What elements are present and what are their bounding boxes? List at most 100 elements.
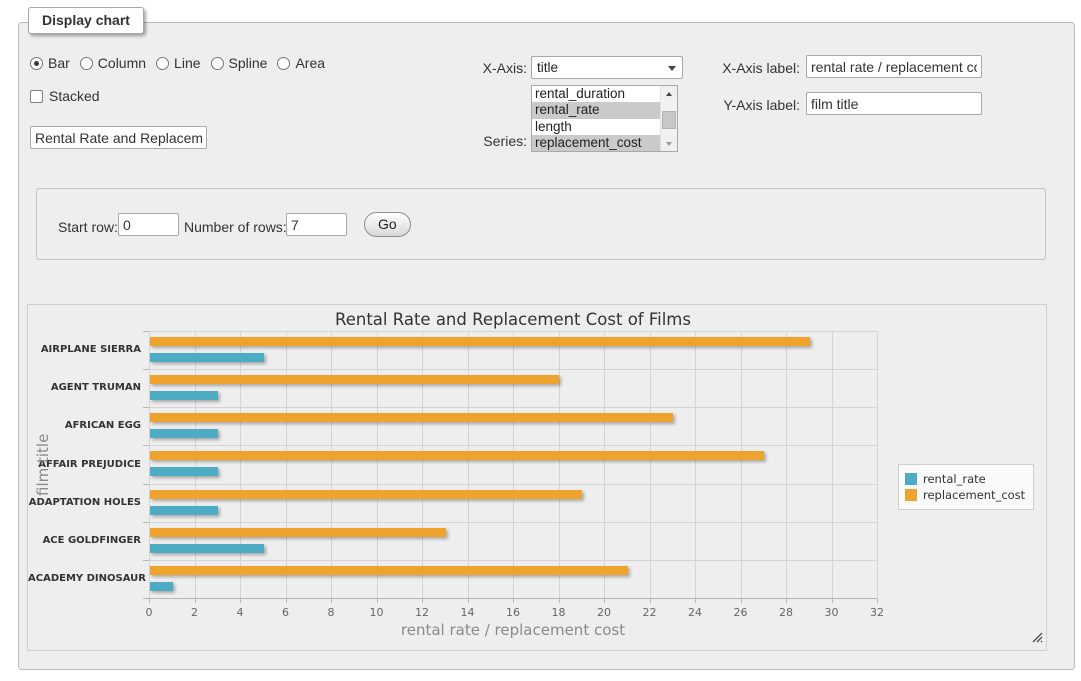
y-tick-mark <box>143 445 149 446</box>
x-tick-label: 28 <box>769 606 803 619</box>
chart-type-label: Line <box>174 55 200 71</box>
x-tick-label: 30 <box>815 606 849 619</box>
x-axis-label-label: X-Axis label: <box>710 60 800 76</box>
bar-replacement_cost[interactable] <box>150 451 764 460</box>
x-axis-select[interactable]: title <box>531 56 683 79</box>
y-tick-mark <box>143 560 149 561</box>
bar-rental_rate[interactable] <box>150 353 264 362</box>
chart-type-option-line[interactable]: Line <box>156 55 200 71</box>
x-tick-label: 8 <box>314 606 348 619</box>
radio-button-icon[interactable] <box>277 57 290 70</box>
x-axis-title: rental rate / replacement cost <box>149 621 877 639</box>
x-axis-line <box>149 598 877 599</box>
number-of-rows-input[interactable] <box>286 213 347 236</box>
gridline <box>149 369 877 370</box>
radio-button-icon[interactable] <box>80 57 93 70</box>
resize-grip-icon[interactable] <box>1032 628 1043 647</box>
x-tick-label: 4 <box>223 606 257 619</box>
gridline <box>695 331 696 598</box>
legend-item[interactable]: replacement_cost <box>905 488 1025 502</box>
series-option[interactable]: length <box>532 119 660 135</box>
radio-button-icon[interactable] <box>30 57 43 70</box>
rows-controls-box: Start row: Number of rows: Go <box>36 188 1046 260</box>
series-listbox[interactable]: rental_durationrental_ratelengthreplacem… <box>531 85 678 152</box>
scroll-up-icon[interactable] <box>661 86 677 101</box>
y-tick-mark <box>143 407 149 408</box>
series-listbox-label: Series: <box>430 133 527 149</box>
gridline <box>422 331 423 598</box>
chart-type-label: Spline <box>229 55 268 71</box>
bar-replacement_cost[interactable] <box>150 337 810 346</box>
stacked-label: Stacked <box>49 88 100 104</box>
gridline <box>377 331 378 598</box>
gridline <box>149 407 877 408</box>
x-tick-label: 18 <box>542 606 576 619</box>
legend-item[interactable]: rental_rate <box>905 472 1025 486</box>
bar-rental_rate[interactable] <box>150 582 173 591</box>
x-axis-label-input[interactable] <box>806 55 982 78</box>
gridline <box>786 331 787 598</box>
x-tick-label: 16 <box>496 606 530 619</box>
bar-rental_rate[interactable] <box>150 467 218 476</box>
series-option[interactable]: rental_duration <box>532 86 660 102</box>
gridline <box>240 331 241 598</box>
bar-replacement_cost[interactable] <box>150 566 628 575</box>
x-tick-label: 26 <box>724 606 758 619</box>
gridline <box>149 331 877 332</box>
y-tick-mark <box>143 331 149 332</box>
radio-button-icon[interactable] <box>156 57 169 70</box>
scroll-down-icon[interactable] <box>661 136 677 151</box>
chart-type-option-column[interactable]: Column <box>80 55 146 71</box>
chart-type-label: Column <box>98 55 146 71</box>
gridline <box>513 331 514 598</box>
dropdown-arrow-icon <box>668 66 676 71</box>
go-button[interactable]: Go <box>364 212 411 237</box>
x-tick-mark <box>695 599 696 603</box>
y-axis-title: film title <box>34 331 52 598</box>
x-tick-mark <box>149 599 150 603</box>
x-tick-mark <box>604 599 605 603</box>
chart-title-input[interactable] <box>30 126 207 149</box>
chart-container: Rental Rate and Replacement Cost of Film… <box>27 304 1047 651</box>
x-tick-mark <box>195 599 196 603</box>
gridline <box>559 331 560 598</box>
start-row-label: Start row: <box>58 219 118 235</box>
scrollbar-thumb[interactable] <box>662 111 676 129</box>
x-tick-label: 32 <box>860 606 894 619</box>
bar-rental_rate[interactable] <box>150 506 218 515</box>
bar-rental_rate[interactable] <box>150 429 218 438</box>
chart-legend: rental_rate replacement_cost <box>898 464 1034 510</box>
bar-replacement_cost[interactable] <box>150 490 582 499</box>
bar-rental_rate[interactable] <box>150 391 218 400</box>
legend-swatch-icon <box>905 473 917 485</box>
bar-rental_rate[interactable] <box>150 544 264 553</box>
x-tick-label: 10 <box>360 606 394 619</box>
bar-replacement_cost[interactable] <box>150 528 446 537</box>
radio-button-icon[interactable] <box>211 57 224 70</box>
start-row-input[interactable] <box>118 213 179 236</box>
stacked-checkbox-row[interactable]: Stacked <box>30 88 100 104</box>
x-tick-mark <box>240 599 241 603</box>
series-option[interactable]: replacement_cost <box>532 135 660 151</box>
gridline <box>877 331 878 598</box>
gridline <box>331 331 332 598</box>
panel-title: Display chart <box>28 7 144 34</box>
stacked-checkbox[interactable] <box>30 90 43 103</box>
series-option[interactable]: rental_rate <box>532 102 660 118</box>
bar-replacement_cost[interactable] <box>150 413 673 422</box>
chart-type-option-bar[interactable]: Bar <box>30 55 70 71</box>
x-tick-label: 0 <box>132 606 166 619</box>
chart-type-label: Area <box>295 55 325 71</box>
gridline <box>149 484 877 485</box>
chart-type-option-spline[interactable]: Spline <box>211 55 268 71</box>
x-tick-mark <box>331 599 332 603</box>
bar-replacement_cost[interactable] <box>150 375 559 384</box>
y-axis-label-input[interactable] <box>806 92 982 115</box>
legend-label: rental_rate <box>923 472 986 486</box>
x-tick-mark <box>832 599 833 603</box>
x-tick-mark <box>513 599 514 603</box>
listbox-scrollbar[interactable] <box>660 86 677 151</box>
x-tick-mark <box>286 599 287 603</box>
chart-type-option-area[interactable]: Area <box>277 55 325 71</box>
x-tick-mark <box>650 599 651 603</box>
